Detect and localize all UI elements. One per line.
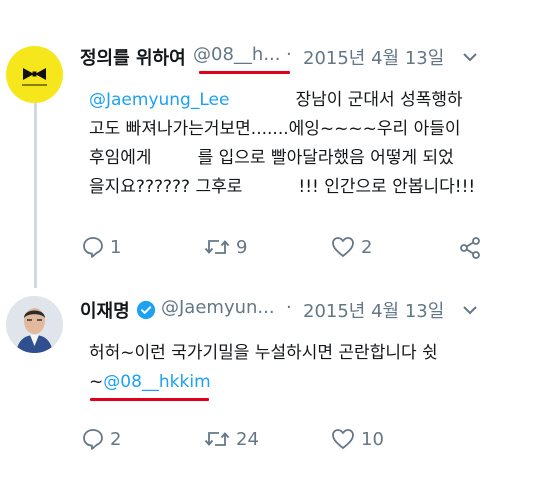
reply-count: 1 [110,236,122,258]
reply-icon [83,429,103,450]
retweet-count: 9 [236,236,248,258]
reply-icon [83,237,103,258]
tweet-text-line: 을지요?????? 그후로 !!! 인간으로 안봅니다!!! [89,173,475,202]
retweet-button[interactable]: 24 [204,428,259,450]
avatar[interactable] [6,296,63,353]
bow-tie-logo-icon [22,68,47,86]
tweet-text: 를 입으로 빨아달라했음 어떻게 되었 [197,148,454,168]
mention-link[interactable]: @08__hkkim [103,372,210,392]
retweet-icon [204,240,230,254]
reply-count: 2 [110,428,122,450]
mention-underline-mark [90,398,209,401]
profile-photo-icon [6,296,63,353]
user-handle[interactable]: @08__h... [193,44,280,65]
display-name[interactable]: 정의를 위하여 [80,44,186,70]
heart-icon [332,237,354,257]
retweet-icon [204,432,230,446]
avatar[interactable] [6,46,63,103]
tweet-text: 을지요?????? 그후로 [89,177,243,197]
retweet-button[interactable]: 9 [204,236,247,258]
reply-button[interactable]: 1 [82,236,121,258]
tweet-text-line: 허허~이런 국가기밀을 누설하시면 곤란합니다 쉿 [89,343,438,363]
like-button[interactable]: 2 [331,236,372,258]
tweet-text: 장남이 군대서 성폭행하 [295,90,463,110]
share-button[interactable] [458,236,482,260]
heart-icon [332,429,354,449]
like-count: 2 [361,236,373,258]
display-name-text: 이재명 [80,301,130,322]
handle-underline-mark [199,71,290,74]
display-name[interactable]: 이재명 [80,297,156,323]
retweet-count: 24 [236,428,259,450]
tweet-text-line: 고도 빠져나가는거보면.......에잉~~~~우리 아들이 [89,119,461,139]
verified-badge-icon [136,300,156,320]
tweet-text: ~ [89,372,104,392]
mention-link[interactable]: @Jaemyung_Lee [89,90,229,110]
reply-button[interactable]: 2 [82,428,121,450]
tweet-date[interactable]: 2015년 4월 13일 [303,297,444,323]
tweet-text-line: ~@08__hkkim [89,368,211,397]
share-icon [460,237,480,259]
thread-connector-line [34,96,37,288]
chevron-down-icon[interactable] [462,48,478,67]
tweet-text: 후임에게 [89,148,152,168]
tweet-text: !!! 인간으로 안봅니다!!! [298,177,476,197]
tweet-text-line: 후임에게 를 입으로 빨아달라했음 어떻게 되었 [89,144,454,173]
like-button[interactable]: 10 [331,428,384,450]
user-handle[interactable]: @Jaemyun... [161,297,275,318]
tweet-date[interactable]: 2015년 4월 13일 [303,44,444,70]
separator: · [286,297,292,318]
separator: · [286,44,292,65]
like-count: 10 [361,428,384,450]
chevron-down-icon[interactable] [462,301,478,320]
tweet-text-line: @Jaemyung_Lee 장남이 군대서 성폭행하 [89,86,463,115]
